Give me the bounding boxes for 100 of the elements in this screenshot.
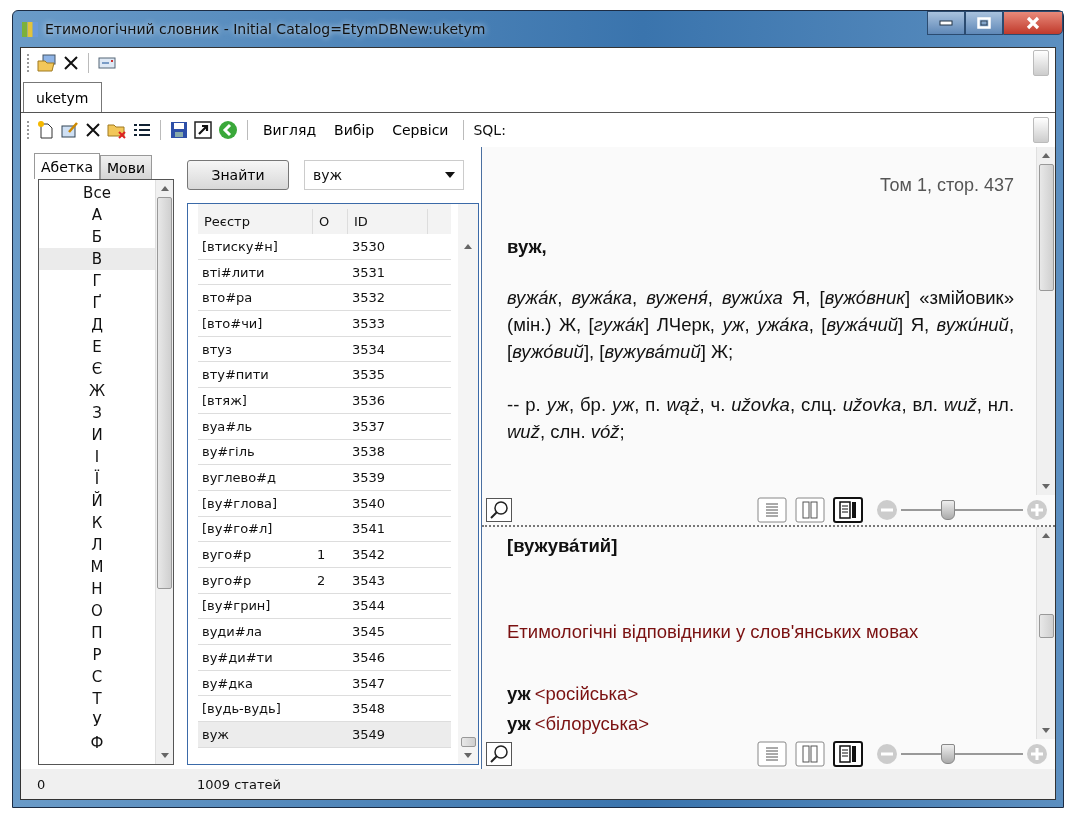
list-icon[interactable] <box>133 122 151 138</box>
overflow-icon[interactable] <box>1033 50 1049 76</box>
table-row[interactable]: вто#ра 3532 <box>198 285 451 312</box>
table-row[interactable]: вуж 3549 <box>198 722 451 748</box>
table-row[interactable]: ву#дка 3547 <box>198 670 451 697</box>
column-header[interactable]: Реєстр <box>198 209 313 234</box>
table-row[interactable]: вті#лити 3531 <box>198 259 451 286</box>
lines-view-icon[interactable] <box>757 497 787 523</box>
plus-icon[interactable] <box>1027 500 1047 520</box>
up-arrow-icon[interactable] <box>160 186 169 191</box>
document-tab[interactable]: uketym <box>23 82 102 112</box>
scrollbar[interactable] <box>1036 147 1055 495</box>
search-icon[interactable] <box>486 742 512 766</box>
menu-item[interactable]: Сервіси <box>386 122 455 138</box>
scrollbar-thumb[interactable] <box>1038 164 1054 291</box>
scrollbar-thumb[interactable] <box>460 737 476 747</box>
up-arrow-icon[interactable] <box>1042 153 1050 158</box>
letter-item[interactable]: І <box>39 446 155 468</box>
card-icon[interactable] <box>98 57 116 69</box>
search-icon[interactable] <box>486 498 512 522</box>
new-document-icon[interactable] <box>37 121 55 139</box>
scrollbar-thumb[interactable] <box>1038 614 1054 638</box>
letter-item[interactable]: Т <box>39 688 155 710</box>
scrollbar-thumb[interactable] <box>157 197 172 589</box>
table-row[interactable]: [вто#чи] 3533 <box>198 311 451 337</box>
up-arrow-icon[interactable] <box>464 244 472 249</box>
letter-item[interactable]: Б <box>39 226 155 248</box>
split-view-icon[interactable] <box>833 497 863 523</box>
letter-item[interactable]: Н <box>39 578 155 600</box>
letter-item[interactable]: Й <box>39 490 155 512</box>
letter-item[interactable]: Є <box>39 358 155 380</box>
minimize-button[interactable] <box>927 11 965 35</box>
letter-item[interactable]: В <box>39 248 155 270</box>
table-row[interactable]: втуз 3534 <box>198 336 451 363</box>
columns-view-icon[interactable] <box>795 497 825 523</box>
delete-icon[interactable] <box>85 122 101 138</box>
letter-item[interactable]: И <box>39 424 155 446</box>
letter-item[interactable]: Г <box>39 270 155 292</box>
table-row[interactable]: вуго#р 1 3542 <box>198 542 451 568</box>
table-row[interactable]: ву#ди#ти 3546 <box>198 645 451 671</box>
letter-item[interactable]: З <box>39 402 155 424</box>
letter-item[interactable]: А <box>39 204 155 226</box>
open-folder-icon[interactable] <box>37 54 57 72</box>
table-row[interactable]: вуго#р 2 3543 <box>198 567 451 594</box>
letter-item[interactable]: Ф <box>39 732 155 754</box>
shortcut-icon[interactable] <box>194 121 212 139</box>
split-view-icon[interactable] <box>833 741 863 767</box>
letter-item[interactable]: Д <box>39 314 155 336</box>
panel-tab[interactable]: Мови <box>100 155 152 179</box>
table-row[interactable]: [втяж] 3536 <box>198 388 451 414</box>
letter-item[interactable]: У <box>39 710 155 732</box>
scrollbar[interactable] <box>155 180 173 764</box>
letter-item[interactable]: О <box>39 600 155 622</box>
letter-item[interactable]: М <box>39 556 155 578</box>
folder-remove-icon[interactable] <box>107 121 127 139</box>
close-icon[interactable] <box>63 55 79 71</box>
letter-item[interactable]: К <box>39 512 155 534</box>
lines-view-icon[interactable] <box>757 741 787 767</box>
maximize-button[interactable] <box>965 11 1003 35</box>
table-row[interactable]: вуди#ла 3545 <box>198 619 451 645</box>
letter-item[interactable]: Ж <box>39 380 155 402</box>
columns-view-icon[interactable] <box>795 741 825 767</box>
letter-item[interactable]: Л <box>39 534 155 556</box>
panel-tab[interactable]: Абетка <box>34 153 100 179</box>
table-row[interactable]: вуа#ль 3537 <box>198 413 451 440</box>
letter-item[interactable]: С <box>39 666 155 688</box>
table-row[interactable]: [ву#грин] 3544 <box>198 593 451 620</box>
menu-item[interactable]: Вибір <box>328 122 381 138</box>
scrollbar[interactable] <box>458 204 478 764</box>
table-row[interactable]: вуглево#д 3539 <box>198 465 451 491</box>
column-header[interactable]: О <box>313 209 348 234</box>
down-arrow-icon[interactable] <box>160 753 169 758</box>
table-row[interactable]: [ву#глова] 3540 <box>198 490 451 517</box>
close-button[interactable] <box>1003 11 1063 35</box>
scrollbar[interactable] <box>1036 527 1055 739</box>
letter-item[interactable]: Все <box>39 182 155 204</box>
letter-item[interactable]: Ї <box>39 468 155 490</box>
up-arrow-icon[interactable] <box>1042 533 1050 538</box>
overflow-icon[interactable] <box>1033 117 1049 143</box>
find-button[interactable]: Знайти <box>187 160 289 190</box>
zoom-slider[interactable] <box>877 500 1047 520</box>
search-dropdown[interactable]: вуж <box>304 160 464 190</box>
table-row[interactable]: ву#гіль 3538 <box>198 439 451 466</box>
letter-item[interactable]: Е <box>39 336 155 358</box>
column-header[interactable]: ID <box>348 209 428 234</box>
minus-icon[interactable] <box>877 744 897 764</box>
back-icon[interactable] <box>218 120 238 140</box>
save-icon[interactable] <box>170 121 188 139</box>
letter-item[interactable]: Ґ <box>39 292 155 314</box>
down-arrow-icon[interactable] <box>1042 484 1050 489</box>
letter-item[interactable]: Р <box>39 644 155 666</box>
down-arrow-icon[interactable] <box>1042 728 1050 733</box>
minus-icon[interactable] <box>877 500 897 520</box>
zoom-slider[interactable] <box>877 744 1047 764</box>
table-row[interactable]: [ву#го#л] 3541 <box>198 516 451 543</box>
edit-icon[interactable] <box>61 121 79 139</box>
plus-icon[interactable] <box>1027 744 1047 764</box>
down-arrow-icon[interactable] <box>464 753 472 758</box>
table-row[interactable]: вту#пити 3535 <box>198 362 451 389</box>
letter-item[interactable]: П <box>39 622 155 644</box>
